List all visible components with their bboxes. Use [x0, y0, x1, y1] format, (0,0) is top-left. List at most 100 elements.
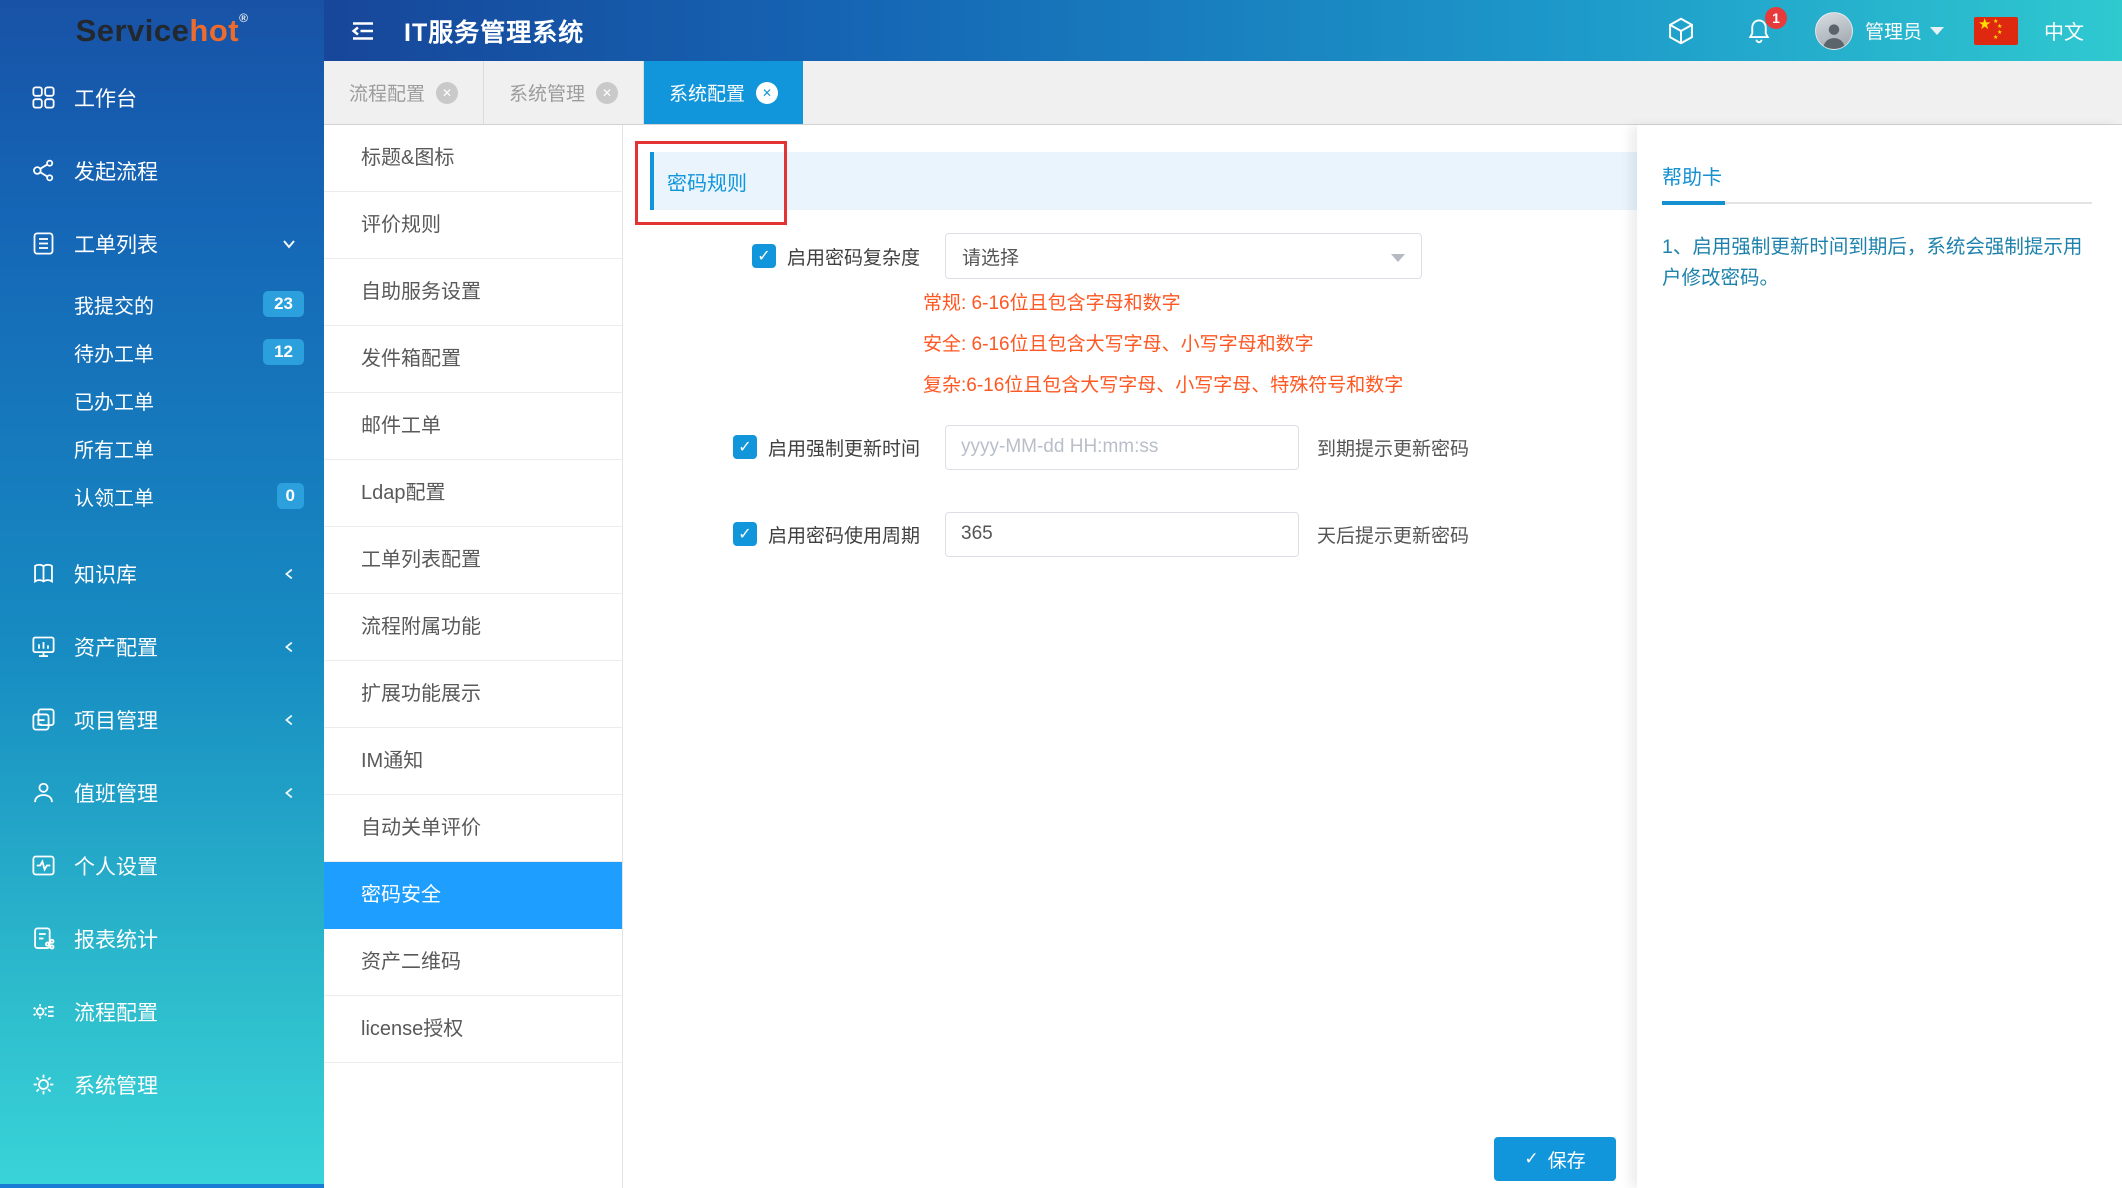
- sidebar-item-system-mgmt[interactable]: 系统管理: [0, 1048, 324, 1121]
- sidebar-item-label: 报表统计: [74, 924, 158, 954]
- save-button[interactable]: ✓ 保存: [1494, 1137, 1616, 1181]
- submenu-item-title-icon[interactable]: 标题&图标: [324, 125, 622, 192]
- submenu-item-password-security[interactable]: 密码安全: [324, 862, 622, 929]
- sidebar-item-duty-mgmt[interactable]: 值班管理: [0, 756, 324, 829]
- select-dropdown-arrow-icon: [1391, 254, 1405, 262]
- app-window: Servicehot® 工作台 发起流程 工单列表 我提交的: [0, 0, 2122, 1188]
- submenu-item-flow-attached[interactable]: 流程附属功能: [324, 594, 622, 661]
- topbar: IT服务管理系统 1 管理员 ★ ★ ★ ★ ★ 中文: [324, 0, 2122, 61]
- stacked-docs-icon: [30, 706, 57, 733]
- help-card-title: 帮助卡: [1662, 161, 1722, 202]
- password-cycle-checkbox[interactable]: ✓: [733, 522, 757, 546]
- submenu-item-auto-close-rating[interactable]: 自动关单评价: [324, 795, 622, 862]
- sidebar-item-report-stats[interactable]: 报表统计: [0, 902, 324, 975]
- report-doc-icon: [30, 925, 57, 952]
- sidebar-item-ticket-list[interactable]: 工单列表: [0, 207, 324, 280]
- sidebar-item-personal-settings[interactable]: 个人设置: [0, 829, 324, 902]
- user-avatar[interactable]: [1815, 12, 1853, 50]
- hint-normal: 常规: 6-16位且包含字母和数字: [923, 283, 1403, 324]
- submenu-item-rating-rules[interactable]: 评价规则: [324, 192, 622, 259]
- registered-mark: ®: [239, 11, 248, 25]
- notification-bell-icon[interactable]: 1: [1743, 15, 1775, 47]
- sidebar-item-flow-config[interactable]: 流程配置: [0, 975, 324, 1048]
- force-update-time-checkbox[interactable]: ✓: [733, 435, 757, 459]
- tab-label: 系统配置: [669, 79, 745, 106]
- book-icon: [30, 560, 57, 587]
- cube-icon[interactable]: [1665, 15, 1697, 47]
- username-dropdown[interactable]: 管理员: [1865, 17, 1922, 44]
- sidebar-sub-label: 认领工单: [74, 482, 154, 511]
- chevron-left-icon: [282, 712, 298, 728]
- sidebar-sub-todo-tickets[interactable]: 待办工单 12: [0, 328, 324, 376]
- submenu-item-asset-qrcode[interactable]: 资产二维码: [324, 929, 622, 996]
- sidebar-item-label: 个人设置: [74, 851, 158, 881]
- pulse-monitor-icon: [30, 852, 57, 879]
- sidebar-item-label: 系统管理: [74, 1070, 158, 1100]
- chevron-left-icon: [282, 639, 298, 655]
- tab-system-mgmt[interactable]: 系统管理 ✕: [484, 61, 644, 124]
- logo-text-orange: hot: [189, 13, 239, 48]
- logo-text-dark: Service: [76, 13, 190, 48]
- notification-count-badge: 1: [1765, 7, 1787, 29]
- force-update-time-row: ✓ 启用强制更新时间 到期提示更新密码: [656, 424, 1469, 470]
- password-complexity-row: ✓ 启用密码复杂度 请选择: [656, 233, 1422, 279]
- sidebar-sub-all-tickets[interactable]: 所有工单: [0, 424, 324, 472]
- password-cycle-row: ✓ 启用密码使用周期 天后提示更新密码: [656, 511, 1469, 557]
- sidebar-sub-label: 待办工单: [74, 338, 154, 367]
- china-flag-icon[interactable]: ★ ★ ★ ★ ★: [1974, 17, 2018, 45]
- tab-flow-config[interactable]: 流程配置 ✕: [324, 61, 484, 124]
- complexity-select-value: 请选择: [962, 243, 1019, 270]
- settings-submenu: 标题&图标 评价规则 自助服务设置 发件箱配置 邮件工单 Ldap配置 工单列表…: [324, 125, 623, 1188]
- tab-close-icon[interactable]: ✕: [756, 82, 778, 104]
- complexity-hints: 常规: 6-16位且包含字母和数字 安全: 6-16位且包含大写字母、小写字母和…: [923, 283, 1403, 406]
- sidebar-sub-label: 我提交的: [74, 290, 154, 319]
- tab-close-icon[interactable]: ✕: [596, 82, 618, 104]
- language-switcher[interactable]: 中文: [2044, 16, 2084, 45]
- count-badge: 0: [277, 483, 304, 509]
- brand-logo[interactable]: Servicehot®: [0, 0, 324, 61]
- sidebar-item-start-flow[interactable]: 发起流程: [0, 134, 324, 207]
- help-card-body: 1、启用强制更新时间到期后，系统会强制提示用户修改密码。: [1662, 232, 2092, 294]
- password-complexity-label: 启用密码复杂度: [787, 243, 920, 270]
- submenu-item-extended-features[interactable]: 扩展功能展示: [324, 661, 622, 728]
- sidebar-item-workbench[interactable]: 工作台: [0, 61, 324, 134]
- sidebar-sub-claim-tickets[interactable]: 认领工单 0: [0, 472, 324, 520]
- tab-bar: 流程配置 ✕ 系统管理 ✕ 系统配置 ✕: [324, 61, 2122, 125]
- page-title: IT服务管理系统: [404, 13, 584, 49]
- tab-system-config[interactable]: 系统配置 ✕: [644, 61, 803, 124]
- password-cycle-input[interactable]: [945, 512, 1299, 557]
- grid-icon: [30, 84, 57, 111]
- sidebar-sub-done-tickets[interactable]: 已办工单: [0, 376, 324, 424]
- sidebar-item-knowledge-base[interactable]: 知识库: [0, 537, 324, 610]
- collapse-menu-icon[interactable]: [346, 14, 380, 48]
- check-icon: ✓: [1524, 1149, 1538, 1169]
- sidebar-item-label: 工作台: [74, 83, 137, 113]
- submenu-item-ldap-config[interactable]: Ldap配置: [324, 460, 622, 527]
- section-title: 密码规则: [667, 167, 747, 196]
- password-cycle-suffix: 天后提示更新密码: [1317, 521, 1469, 548]
- sidebar-spacer: [0, 520, 324, 537]
- sidebar-item-asset-config[interactable]: 资产配置: [0, 610, 324, 683]
- password-cycle-label: 启用密码使用周期: [768, 521, 920, 548]
- caret-down-icon[interactable]: [1930, 27, 1944, 35]
- sidebar-item-label: 资产配置: [74, 632, 158, 662]
- submenu-item-outbox-config[interactable]: 发件箱配置: [324, 326, 622, 393]
- submenu-item-email-ticket[interactable]: 邮件工单: [324, 393, 622, 460]
- tab-label: 流程配置: [349, 79, 425, 106]
- submenu-item-license-auth[interactable]: license授权: [324, 996, 622, 1063]
- enable-password-complexity-checkbox[interactable]: ✓: [752, 244, 776, 268]
- count-badge: 23: [263, 291, 304, 317]
- sidebar-item-label: 值班管理: [74, 778, 158, 808]
- sidebar-sub-label: 已办工单: [74, 386, 154, 415]
- force-update-time-label: 启用强制更新时间: [768, 434, 920, 461]
- sidebar-item-project-mgmt[interactable]: 项目管理: [0, 683, 324, 756]
- tab-close-icon[interactable]: ✕: [436, 82, 458, 104]
- submenu-item-im-notify[interactable]: IM通知: [324, 728, 622, 795]
- submenu-item-ticket-list-config[interactable]: 工单列表配置: [324, 527, 622, 594]
- sidebar-item-label: 流程配置: [74, 997, 158, 1027]
- force-update-time-input[interactable]: [945, 425, 1299, 470]
- chevron-down-icon: [280, 235, 298, 253]
- submenu-item-self-service[interactable]: 自助服务设置: [324, 259, 622, 326]
- sidebar-sub-my-submitted[interactable]: 我提交的 23: [0, 280, 324, 328]
- complexity-select[interactable]: 请选择: [945, 233, 1422, 279]
